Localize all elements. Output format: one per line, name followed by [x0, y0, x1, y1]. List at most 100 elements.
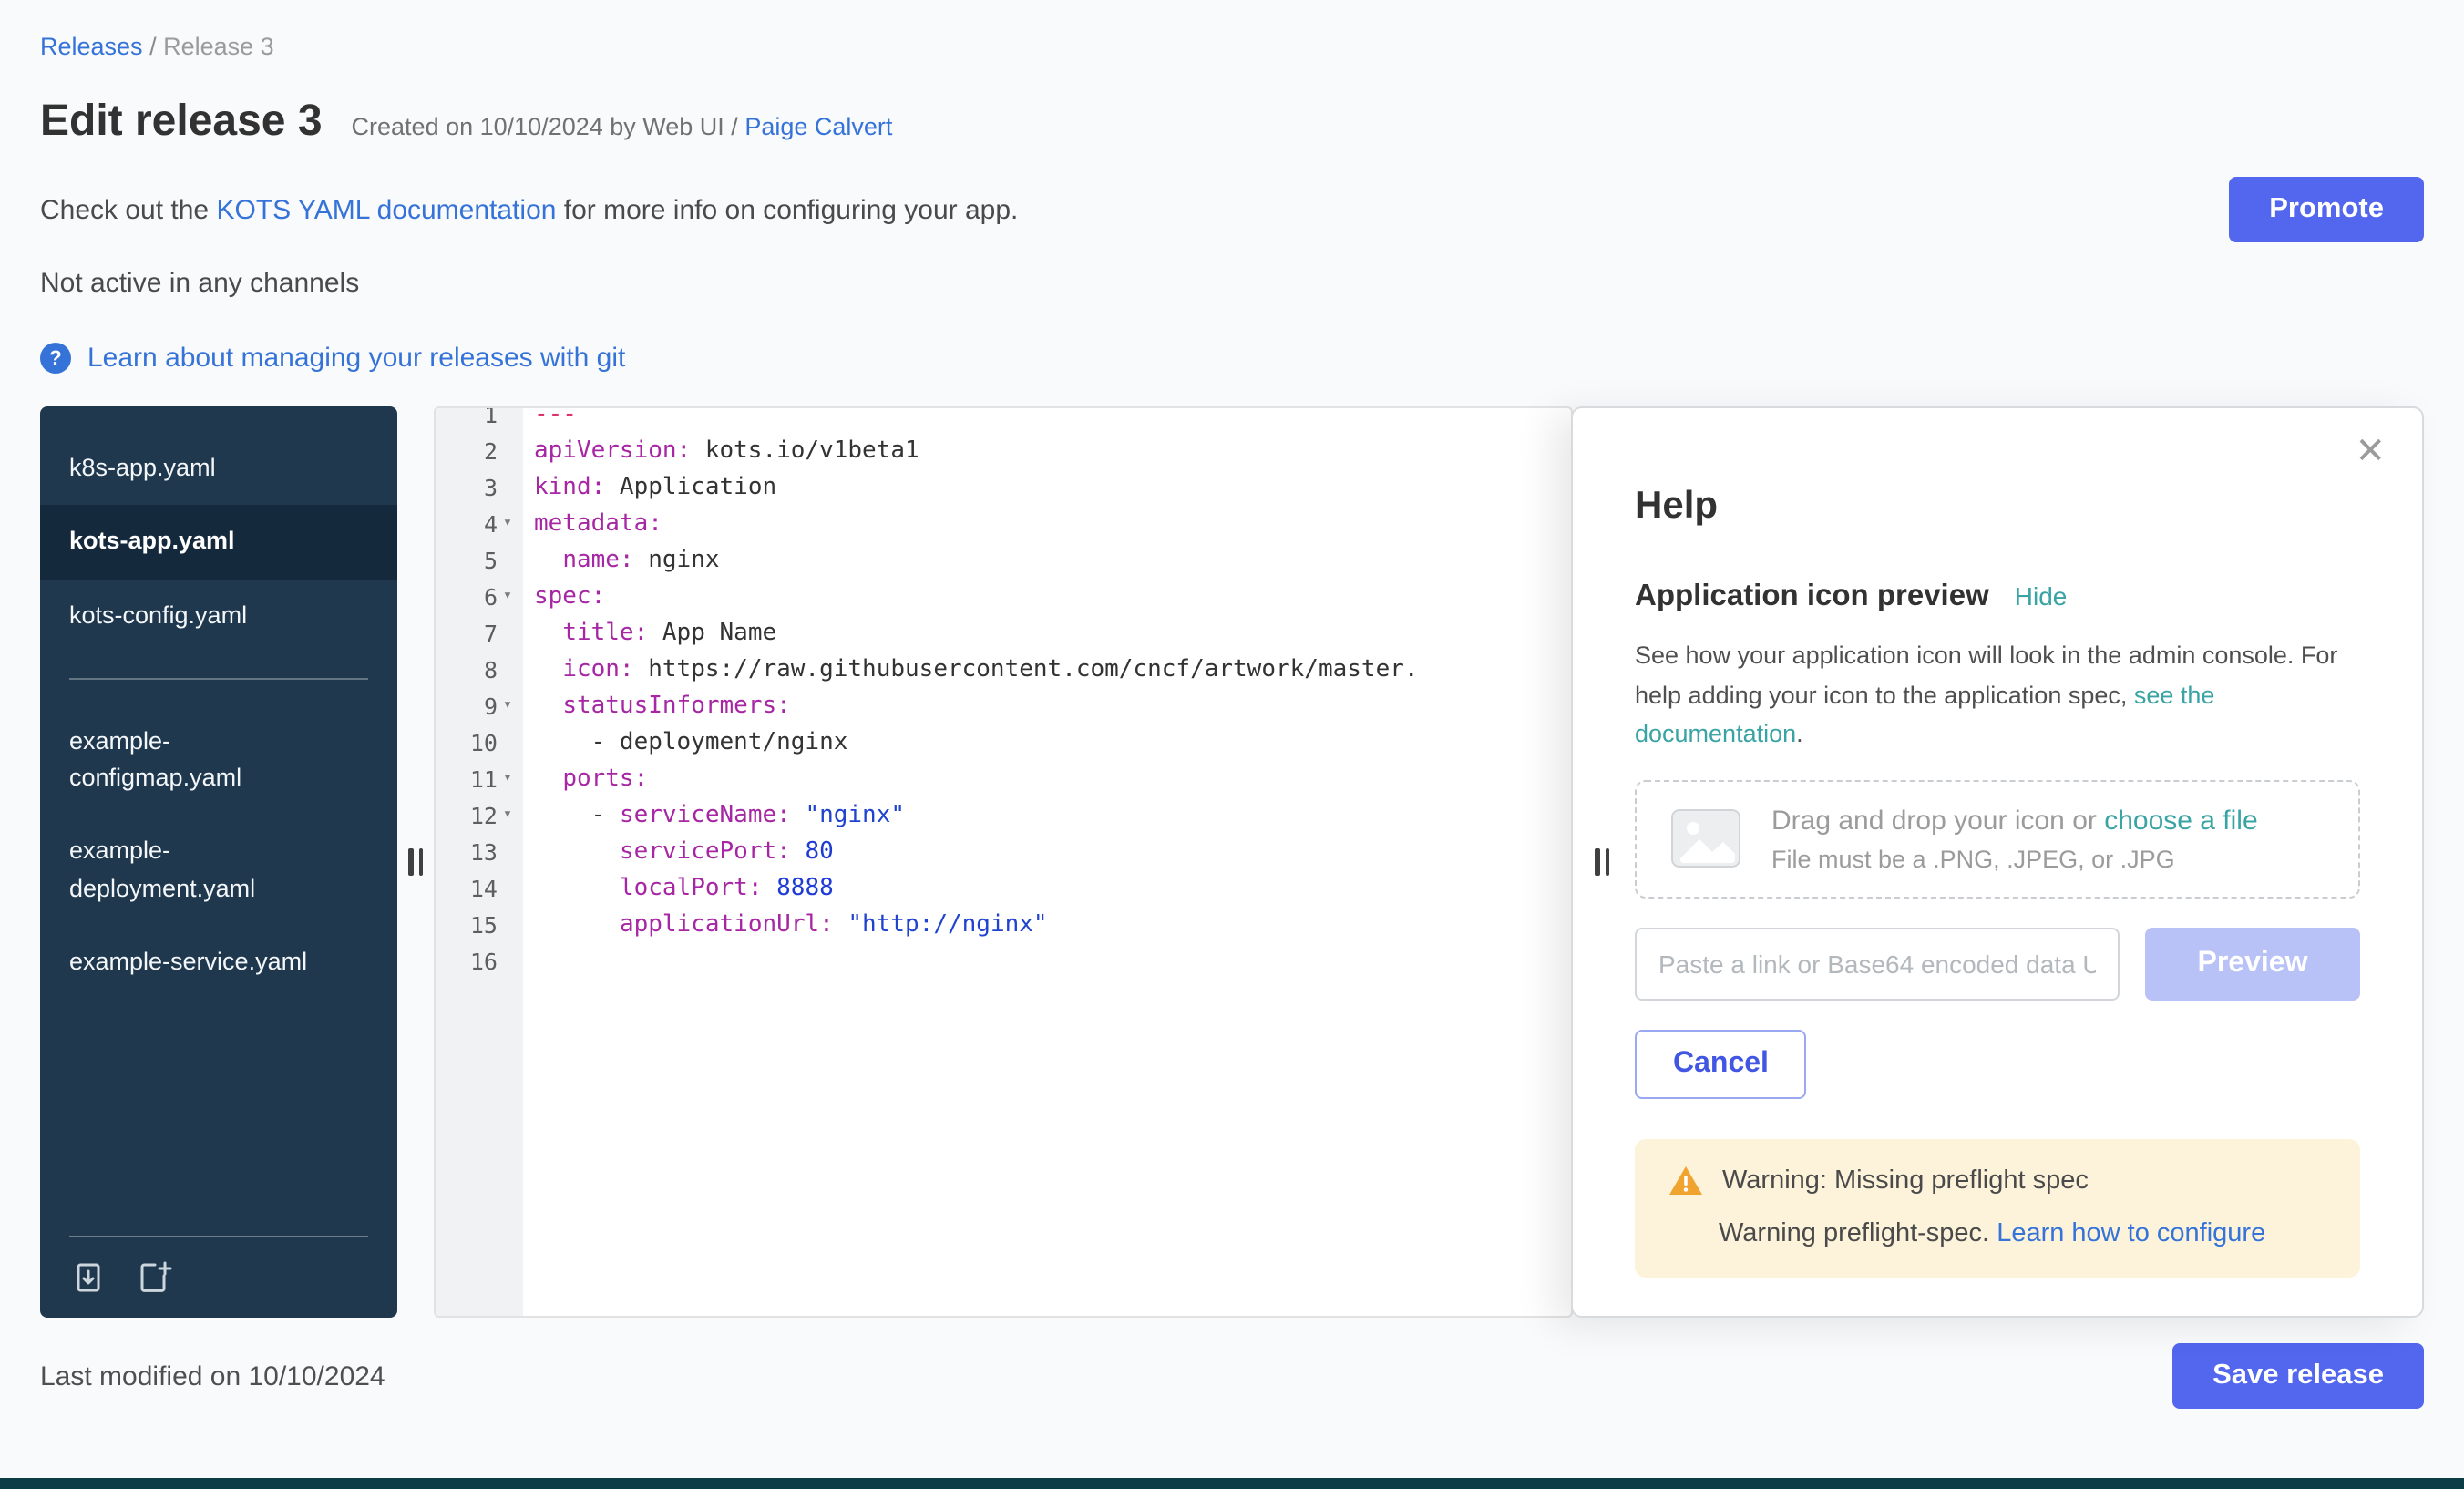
gutter-line: 2: [436, 432, 523, 468]
description-period: .: [1796, 720, 1803, 747]
code-line[interactable]: metadata:: [534, 505, 1571, 541]
page-footer: Last modified on 10/10/2024 Save release: [40, 1343, 2424, 1409]
gutter-line: 8: [436, 651, 523, 687]
line-number: 8: [465, 655, 498, 683]
gutter-line: 15: [436, 906, 523, 942]
code-token: nginx: [634, 546, 720, 573]
line-number: 4: [465, 509, 498, 537]
code-line[interactable]: title: App Name: [534, 614, 1571, 651]
sidebar-file-item[interactable]: example-service.yaml: [40, 926, 397, 1000]
line-number: 14: [465, 874, 498, 901]
line-number: 5: [465, 546, 498, 573]
git-releases-link[interactable]: Learn about managing your releases with …: [87, 343, 625, 374]
code-token: icon:: [562, 655, 633, 683]
choose-file-link[interactable]: choose a file: [2104, 806, 2257, 837]
description-text: See how your application icon will look …: [1635, 642, 2345, 708]
editor-code[interactable]: ---apiVersion: kots.io/v1beta1kind: Appl…: [523, 406, 1571, 979]
fold-arrow-icon[interactable]: ▾: [498, 587, 518, 605]
sidebar-resize-handle[interactable]: [408, 848, 423, 876]
breadcrumb-releases-link[interactable]: Releases: [40, 33, 143, 60]
code-token: [534, 765, 562, 792]
kots-yaml-docs-link[interactable]: KOTS YAML documentation: [216, 194, 556, 225]
new-file-icon[interactable]: [135, 1259, 175, 1296]
close-icon[interactable]: ✕: [2355, 434, 2386, 470]
code-line[interactable]: applicationUrl: "http://nginx": [534, 906, 1571, 942]
preflight-warning-card: Warning: Missing preflight spec Warning …: [1635, 1139, 2360, 1278]
code-line[interactable]: icon: https://raw.githubusercontent.com/…: [534, 651, 1571, 687]
code-line[interactable]: servicePort: 80: [534, 833, 1571, 869]
gutter-line: 6▾: [436, 578, 523, 614]
code-line[interactable]: name: nginx: [534, 541, 1571, 578]
code-token: "http://nginx": [847, 910, 1047, 938]
import-file-icon[interactable]: [69, 1259, 106, 1296]
fold-arrow-icon[interactable]: ▾: [498, 514, 518, 532]
code-line[interactable]: apiVersion: kots.io/v1beta1: [534, 432, 1571, 468]
gutter-line: 12▾: [436, 796, 523, 833]
code-token: [534, 874, 620, 901]
code-token: [834, 910, 848, 938]
preview-button[interactable]: Preview: [2145, 928, 2360, 1001]
code-line[interactable]: localPort: 8888: [534, 869, 1571, 906]
file-group-1: k8s-app.yamlkots-app.yamlkots-config.yam…: [40, 432, 397, 652]
line-number: 6: [465, 582, 498, 610]
fold-arrow-icon[interactable]: ▾: [498, 769, 518, 787]
code-line[interactable]: kind: Application: [534, 468, 1571, 505]
code-token: ---: [534, 406, 577, 427]
code-line[interactable]: - deployment/nginx: [534, 724, 1571, 760]
author-link[interactable]: Paige Calvert: [744, 113, 892, 140]
editor-gutter: 1234▾56▾789▾1011▾12▾13141516: [436, 406, 523, 979]
code-line[interactable]: statusInformers:: [534, 687, 1571, 724]
cancel-button[interactable]: Cancel: [1635, 1030, 1807, 1099]
gutter-line: 9▾: [436, 687, 523, 724]
gutter-line: 5: [436, 541, 523, 578]
icon-url-input[interactable]: [1635, 928, 2120, 1001]
gutter-line: 14: [436, 869, 523, 906]
learn-how-to-configure-link[interactable]: Learn how to configure: [1997, 1219, 2265, 1248]
release-editor-page: Releases / Release 3 Edit release 3 Crea…: [0, 0, 2464, 1478]
warning-body-text: Warning preflight-spec.: [1719, 1219, 1997, 1248]
line-number: 13: [465, 837, 498, 865]
code-line[interactable]: spec:: [534, 578, 1571, 614]
docs-row: Check out the KOTS YAML documentation fo…: [40, 177, 2424, 242]
sidebar-file-item[interactable]: kots-config.yaml: [40, 579, 397, 652]
save-release-button[interactable]: Save release: [2172, 1343, 2424, 1409]
code-token: [763, 874, 777, 901]
code-token: [534, 837, 620, 865]
title-row: Edit release 3 Created on 10/10/2024 by …: [40, 97, 2424, 148]
code-token: - deployment/nginx: [534, 728, 847, 755]
docs-text: Check out the KOTS YAML documentation fo…: [40, 194, 1018, 225]
icon-url-row: Preview: [1635, 928, 2360, 1001]
promote-button[interactable]: Promote: [2229, 177, 2424, 242]
code-token: kots.io/v1beta1: [691, 436, 919, 464]
sidebar-file-item[interactable]: k8s-app.yaml: [40, 432, 397, 506]
code-line[interactable]: ports:: [534, 760, 1571, 796]
code-line[interactable]: [534, 942, 1571, 979]
fold-arrow-icon[interactable]: ▾: [498, 806, 518, 824]
gutter-line: 7: [436, 614, 523, 651]
code-token: https://raw.githubusercontent.com/cncf/a…: [634, 655, 1419, 683]
help-resize-handle[interactable]: [1595, 848, 1609, 876]
code-token: apiVersion:: [534, 436, 691, 464]
code-token: -: [534, 801, 620, 828]
line-number: 11: [465, 765, 498, 792]
help-panel: ✕ Help Application icon preview Hide See…: [1571, 406, 2424, 1318]
line-number: 3: [465, 473, 498, 500]
code-line[interactable]: - serviceName: "nginx": [534, 796, 1571, 833]
gutter-line: 16: [436, 942, 523, 979]
warning-title-row: Warning: Missing preflight spec: [1668, 1165, 2327, 1197]
app-root: Releases / Release 3 Edit release 3 Crea…: [0, 0, 2464, 1489]
fold-arrow-icon[interactable]: ▾: [498, 696, 518, 714]
gutter-line: 3: [436, 468, 523, 505]
file-group-2: example-configmap.yamlexample-deployment…: [40, 705, 397, 1000]
sidebar-file-item[interactable]: example-configmap.yaml: [40, 705, 397, 816]
icon-dropzone[interactable]: Drag and drop your icon or choose a file…: [1635, 780, 2360, 899]
sidebar-file-item[interactable]: example-deployment.yaml: [40, 816, 397, 926]
editor-scroll-area: 1234▾56▾789▾1011▾12▾13141516 ---apiVersi…: [436, 406, 1571, 979]
dropzone-file-types: File must be a .PNG, .JPEG, or .JPG: [1771, 846, 2258, 873]
code-token: "nginx": [805, 801, 905, 828]
code-line[interactable]: ---: [534, 406, 1571, 432]
hide-link[interactable]: Hide: [2015, 581, 2068, 611]
line-number: 9: [465, 692, 498, 719]
sidebar-file-item[interactable]: kots-app.yaml: [40, 506, 397, 580]
breadcrumb-separator: /: [143, 33, 164, 60]
